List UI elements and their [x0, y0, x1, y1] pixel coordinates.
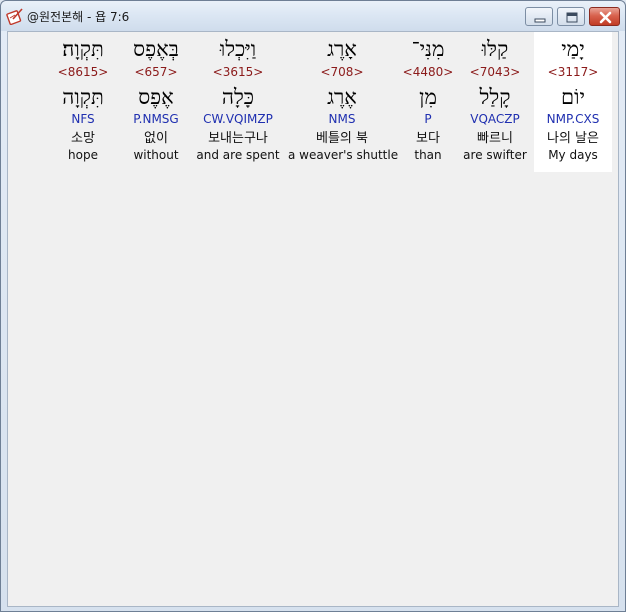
hebrew-lemma: קָלַל — [479, 85, 511, 109]
english-gloss: hope — [68, 148, 98, 162]
hebrew-lemma: אֶרֶג — [327, 85, 357, 109]
hebrew-lemma: כָּלָה — [221, 85, 255, 109]
interlinear-panel: יָמַי <3117> יוֹם NMP.CXS 나의 날은 My days … — [7, 31, 619, 607]
window-title: @원전본해 - 욥 7:6 — [27, 10, 130, 24]
strong-number[interactable]: <7043> — [458, 65, 532, 80]
app-window: @원전본해 - 욥 7:6 יָמַי <3117> יוֹם NMP.CXS … — [0, 0, 626, 612]
hebrew-lemma: אֶפֶס — [138, 85, 174, 109]
close-button[interactable] — [589, 7, 620, 26]
hebrew-word: בְּאֶפֶס — [133, 37, 179, 61]
hebrew-lemma: יוֹם — [561, 85, 585, 109]
hebrew-word: יָמַי — [561, 37, 585, 61]
strong-number[interactable]: <708> — [288, 65, 396, 80]
korean-gloss: 나의 날은 — [547, 131, 599, 146]
korean-gloss: 소망 — [71, 131, 95, 146]
strong-number[interactable]: <3615> — [194, 65, 282, 80]
close-icon — [599, 11, 612, 24]
maximize-icon — [566, 12, 578, 23]
hebrew-word: קַלּוּ — [481, 37, 509, 61]
strong-number[interactable]: <4480> — [398, 65, 458, 80]
maximize-button[interactable] — [557, 7, 585, 26]
english-gloss: My days — [548, 148, 598, 162]
word-column[interactable]: מִנִּי־ <4480> מִן P 보다 than — [398, 32, 458, 172]
english-gloss: a weaver's shuttle — [288, 148, 399, 162]
morphology-code[interactable]: P — [398, 112, 458, 127]
english-gloss: without — [133, 148, 179, 162]
korean-gloss: 베틀의 북 — [316, 131, 368, 146]
hebrew-lemma: תִּקְוָה — [62, 85, 104, 109]
minimize-icon — [534, 18, 546, 23]
word-column[interactable]: קַלּוּ <7043> קָלַל VQACZP 빠르니 are swift… — [458, 32, 532, 172]
word-column[interactable]: אָרֶג <708> אֶרֶג NMS 베틀의 북 a weaver's s… — [288, 32, 399, 172]
korean-gloss: 보내는구나 — [208, 131, 268, 146]
english-gloss: are swifter — [463, 148, 527, 162]
hebrew-word: אָרֶג — [327, 37, 357, 61]
title-bar[interactable]: @원전본해 - 욥 7:6 — [1, 1, 625, 31]
hebrew-word: וַיִּכְלוּ — [219, 37, 257, 61]
hebrew-word: תִּקְוָה׃ — [62, 37, 104, 61]
morphology-code[interactable]: CW.VQIMZP — [194, 112, 282, 127]
minimize-button[interactable] — [525, 7, 553, 26]
morphology-code[interactable]: VQACZP — [458, 112, 532, 127]
word-column[interactable]: וַיִּכְלוּ <3615> כָּלָה CW.VQIMZP 보내는구나… — [194, 32, 282, 172]
morphology-code[interactable]: P.NMSG — [122, 112, 190, 127]
korean-gloss: 보다 — [416, 131, 440, 146]
korean-gloss: 빠르니 — [477, 131, 513, 146]
hebrew-lemma: מִן — [419, 85, 437, 109]
strong-number[interactable]: <3117> — [534, 65, 612, 80]
strong-number[interactable]: <8615> — [50, 65, 116, 80]
morphology-code[interactable]: NMP.CXS — [534, 112, 612, 127]
english-gloss: than — [414, 148, 442, 162]
morphology-code[interactable]: NFS — [50, 112, 116, 127]
word-column[interactable]: תִּקְוָה׃ <8615> תִּקְוָה NFS 소망 hope — [50, 32, 116, 172]
pen-book-icon[interactable] — [6, 7, 24, 26]
word-column[interactable]: יָמַי <3117> יוֹם NMP.CXS 나의 날은 My days — [534, 32, 612, 172]
english-gloss: and are spent — [196, 148, 280, 162]
morphology-code[interactable]: NMS — [288, 112, 396, 127]
strong-number[interactable]: <657> — [122, 65, 190, 80]
hebrew-word: מִנִּי־ — [411, 37, 445, 61]
korean-gloss: 없이 — [144, 131, 168, 146]
word-column[interactable]: בְּאֶפֶס <657> אֶפֶס P.NMSG 없이 without — [122, 32, 190, 172]
